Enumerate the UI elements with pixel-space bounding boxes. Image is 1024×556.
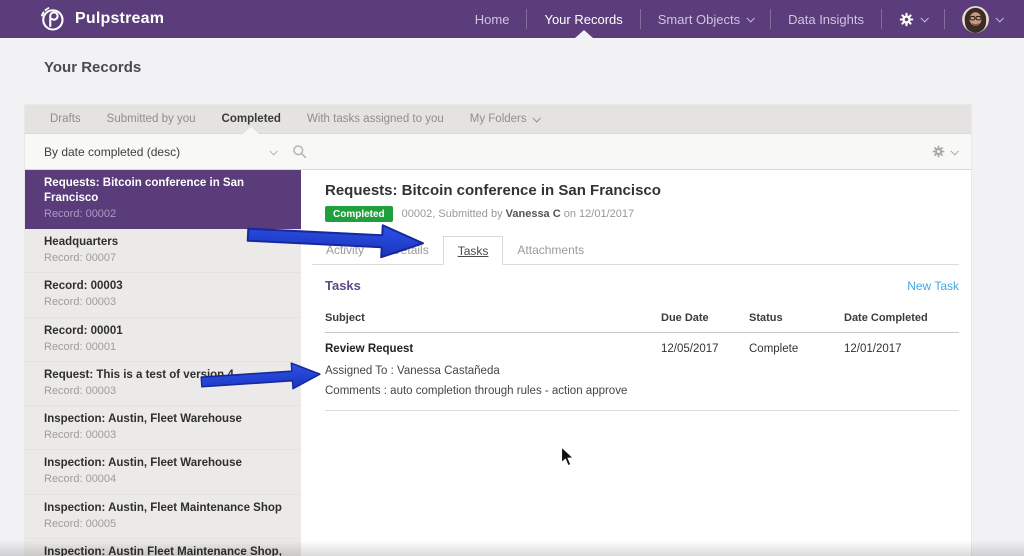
tab-label: My Folders	[469, 113, 527, 125]
task-date-completed: 12/01/2017	[844, 343, 902, 355]
task-row[interactable]: Review Request 12/05/2017 Complete 12/01/20…	[325, 333, 959, 357]
tasks-section-title: Tasks	[325, 278, 361, 293]
list-item[interactable]: Inspection: Austin Fleet Maintenance Sho…	[25, 539, 301, 556]
gear-icon	[899, 12, 914, 27]
list-settings-button[interactable]	[932, 145, 959, 158]
records-panel: Drafts Submitted by you Completed With task…	[25, 105, 971, 556]
nav-item-label: Data Insights	[788, 11, 864, 27]
record-item-number: Record: 00003	[44, 384, 117, 397]
record-item-title: Inspection: Austin Fleet Maintenance Sho…	[44, 545, 282, 556]
chevron-down-icon	[532, 114, 541, 123]
user-menu[interactable]	[945, 0, 1024, 38]
nav-item-label: Home	[474, 11, 510, 27]
user-avatar	[962, 5, 989, 33]
record-item-title: Request: This is a test of version 4.	[44, 368, 237, 381]
column-subject: Subject	[325, 312, 365, 324]
record-detail-tabs: Activity Details Tasks Attachments	[312, 236, 959, 265]
list-item[interactable]: Inspection: Austin, Fleet Warehouse Recor…	[25, 450, 301, 495]
list-item[interactable]: Inspection: Austin, Fleet Maintenance Sh…	[25, 495, 301, 539]
record-item-number: Record: 00002	[44, 207, 117, 220]
pulpstream-logo-icon	[38, 5, 66, 33]
nav-item-your-records[interactable]: Your Records	[527, 0, 639, 38]
main-nav: Home Your Records Smart Objects Data Insigh…	[458, 0, 1024, 38]
tab-my-folders[interactable]: My Folders	[457, 105, 552, 133]
tasks-table: Subject Due Date Status Date Completed R…	[325, 306, 959, 411]
record-item-number: Record: 00005	[44, 517, 117, 530]
sort-dropdown[interactable]: By date completed (desc)	[44, 144, 278, 159]
nav-item-label: Smart Objects	[657, 11, 741, 27]
list-item[interactable]: Record: 00001 Record: 00001	[25, 318, 301, 362]
chevron-down-icon	[950, 146, 959, 156]
list-item[interactable]: Headquarters Record: 00007	[25, 229, 301, 274]
settings-menu[interactable]	[882, 0, 944, 38]
task-assigned-to: Assigned To : Vanessa Castañeda	[325, 365, 500, 377]
nav-item-label: Your Records	[544, 11, 623, 27]
record-title: Requests: Bitcoin conference in San Fran…	[325, 182, 661, 199]
list-toolbar: By date completed (desc)	[25, 134, 971, 170]
detail-tab-activity[interactable]: Activity	[312, 236, 378, 265]
new-task-link[interactable]: New Task	[907, 279, 959, 293]
record-item-number: Record: 00007	[44, 252, 117, 265]
task-comments: Comments : auto completion through rules…	[325, 377, 959, 411]
tab-label: Submitted by you	[106, 113, 196, 125]
tab-drafts[interactable]: Drafts	[37, 105, 94, 133]
chevron-down-icon	[920, 14, 929, 23]
page-title: Your Records	[44, 59, 142, 76]
column-due-date: Due Date	[661, 312, 709, 324]
detail-tab-tasks[interactable]: Tasks	[442, 236, 504, 265]
list-item[interactable]: Record: 00003 Record: 00003	[25, 273, 301, 318]
chevron-down-icon	[746, 14, 756, 23]
brand[interactable]: Pulpstream	[38, 5, 164, 33]
record-item-title: Record: 00001	[44, 324, 123, 337]
record-item-title: Inspection: Austin, Fleet Maintenance Sh…	[44, 501, 282, 514]
detail-tab-attachments[interactable]: Attachments	[503, 236, 598, 265]
tab-completed[interactable]: Completed	[209, 105, 294, 133]
record-item-number: Record: 00003	[44, 429, 117, 442]
record-item-number: Record: 00004	[44, 473, 117, 486]
nav-item-data-insights[interactable]: Data Insights	[771, 0, 881, 38]
list-item[interactable]: Request: This is a test of version 4. Rec…	[25, 362, 301, 407]
search-icon[interactable]	[292, 144, 307, 159]
record-item-title: Inspection: Austin, Fleet Warehouse	[44, 457, 242, 470]
submitter-name: Vanessa C	[505, 208, 561, 220]
detail-tab-details[interactable]: Details	[378, 236, 443, 265]
record-item-title: Requests: Bitcoin conference in San Fran…	[44, 177, 245, 204]
task-due-date: 12/05/2017	[661, 343, 719, 355]
nav-item-home[interactable]: Home	[458, 0, 527, 38]
app-header: Pulpstream Home Your Records Smart Objects…	[0, 0, 1024, 38]
status-badge: Completed	[325, 206, 393, 222]
record-item-title: Inspection: Austin, Fleet Warehouse	[44, 413, 242, 426]
records-filter-tabs: Drafts Submitted by you Completed With task…	[25, 105, 971, 134]
chevron-down-icon	[995, 14, 1004, 23]
record-item-title: Record: 00003	[44, 280, 123, 293]
brand-name: Pulpstream	[75, 10, 165, 27]
task-status: Complete	[749, 343, 799, 355]
record-meta: 00002, Submitted by Vanessa C on 12/01/2…	[401, 208, 635, 220]
record-item-number: Record: 00003	[44, 296, 117, 309]
list-item[interactable]: Inspection: Austin, Fleet Warehouse Recor…	[25, 406, 301, 451]
gear-icon	[932, 145, 945, 158]
chevron-down-icon	[269, 146, 278, 156]
tab-with-tasks-assigned-to-you[interactable]: With tasks assigned to you	[294, 105, 457, 133]
column-status: Status	[749, 312, 783, 324]
record-item-number: Record: 00001	[44, 340, 117, 353]
tab-label: Completed	[221, 113, 281, 125]
record-list: Requests: Bitcoin conference in San Fran…	[25, 170, 301, 556]
column-date-completed: Date Completed	[844, 312, 928, 324]
tasks-table-header: Subject Due Date Status Date Completed	[325, 306, 959, 333]
tab-label: Drafts	[50, 113, 81, 125]
nav-item-smart-objects[interactable]: Smart Objects	[641, 0, 770, 38]
task-subject: Review Request	[325, 343, 414, 355]
tab-label: With tasks assigned to you	[306, 113, 444, 125]
record-detail: Requests: Bitcoin conference in San Fran…	[301, 170, 971, 556]
tab-submitted-by-you[interactable]: Submitted by you	[94, 105, 209, 133]
record-item-title: Headquarters	[44, 236, 119, 249]
sort-value: By date completed (desc)	[44, 144, 181, 159]
list-item[interactable]: Requests: Bitcoin conference in San Fran…	[25, 170, 301, 230]
